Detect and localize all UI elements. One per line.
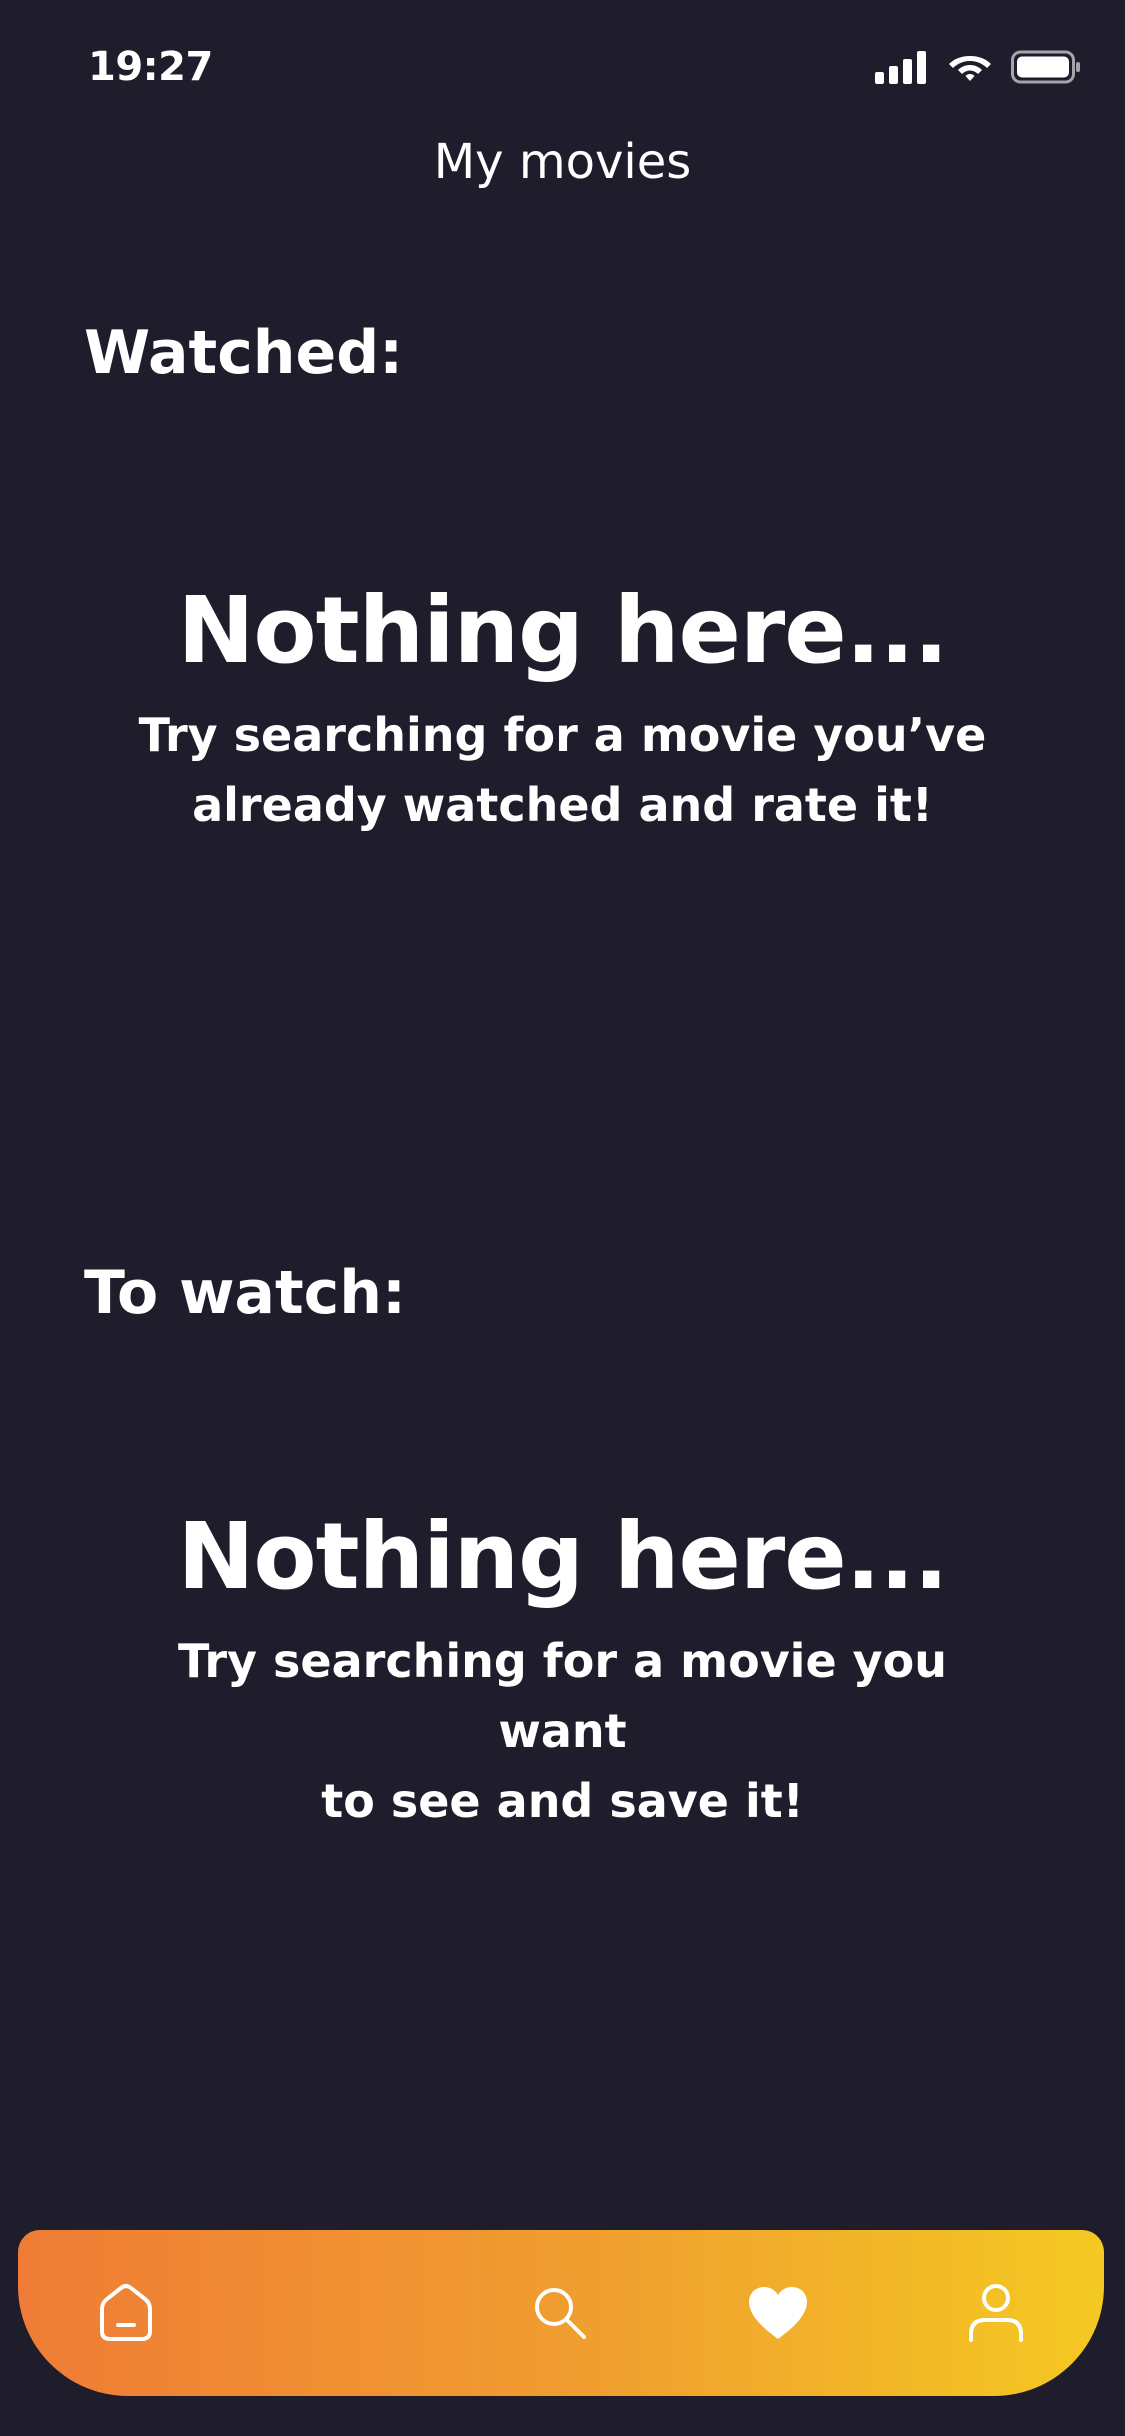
watched-section-title: Watched:	[84, 318, 404, 388]
to-watch-empty-state: Nothing here... Try searching for a movi…	[0, 1502, 1125, 1836]
home-icon	[94, 2281, 158, 2345]
to-watch-empty-text: Try searching for a movie you want to se…	[133, 1626, 993, 1836]
user-icon	[966, 2282, 1026, 2344]
nav-favorites-button[interactable]	[718, 2230, 838, 2396]
nav-home-button[interactable]	[66, 2230, 186, 2396]
status-time: 19:27	[88, 44, 213, 90]
watched-empty-heading: Nothing here...	[177, 577, 948, 684]
watched-empty-text-line2: already watched and rate it!	[192, 778, 933, 833]
bottom-navigation-bar	[18, 2230, 1104, 2396]
to-watch-empty-text-line1: Try searching for a movie you want	[178, 1634, 947, 1759]
to-watch-empty-heading: Nothing here...	[177, 1503, 948, 1610]
search-icon	[530, 2283, 590, 2343]
heart-icon	[747, 2285, 809, 2341]
status-icons	[875, 50, 1081, 84]
cellular-signal-icon	[875, 50, 929, 84]
nav-profile-button[interactable]	[936, 2230, 1056, 2396]
watched-empty-state: Nothing here... Try searching for a movi…	[0, 576, 1125, 840]
to-watch-empty-text-line2: to see and save it!	[321, 1774, 804, 1829]
my-movies-screen: 19:27 My movies Watched: Nothing here...…	[0, 0, 1125, 2436]
page-title: My movies	[433, 134, 692, 190]
wifi-icon	[947, 50, 993, 84]
to-watch-section-title: To watch:	[84, 1258, 406, 1328]
nav-search-button[interactable]	[500, 2230, 620, 2396]
battery-icon	[1011, 50, 1081, 84]
watched-empty-text-line1: Try searching for a movie you’ve	[138, 708, 987, 763]
watched-empty-text: Try searching for a movie you’ve already…	[133, 700, 993, 840]
